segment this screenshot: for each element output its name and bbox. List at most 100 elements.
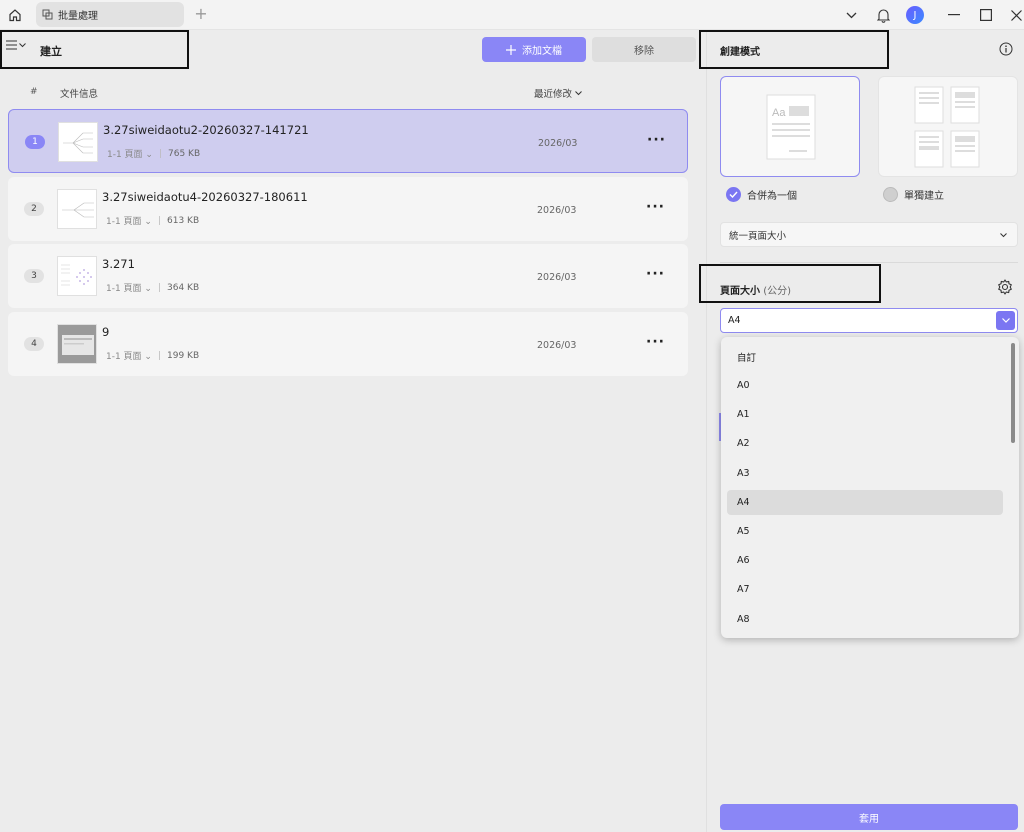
mode-title: 創建模式 — [720, 47, 760, 58]
table-row[interactable]: 4 9 1-1 頁面 ⌄ | 199 KB 2026/03 ··· — [8, 312, 688, 376]
table-row[interactable]: 2 3.27siweidaotu4-20260327-180611 1-1 頁面… — [8, 177, 688, 241]
dropdown-option-highlighted[interactable]: A4 — [727, 490, 1003, 515]
home-button[interactable] — [4, 4, 26, 26]
new-tab-button[interactable]: + — [193, 4, 209, 24]
page-size-title: 頁面大小 (公分) — [720, 282, 791, 297]
chevron-down-icon — [1001, 318, 1010, 323]
more-options-icon[interactable]: ··· — [647, 132, 666, 148]
page-range[interactable]: 1-1 頁面 ⌄ — [107, 147, 153, 160]
radio-unchecked-icon[interactable] — [883, 187, 898, 202]
page-size-select[interactable]: A4 — [720, 308, 1018, 333]
separate-mode-card[interactable] — [878, 76, 1018, 177]
column-modified[interactable]: 最近修改 — [534, 86, 582, 100]
avatar: J — [906, 6, 924, 24]
menu-button[interactable] — [6, 40, 26, 50]
dropdown-option[interactable]: A8 — [727, 607, 1003, 632]
file-date: 2026/03 — [537, 272, 577, 283]
page-range[interactable]: 1-1 頁面 ⌄ — [106, 214, 152, 227]
page-size-label: 頁面大小 — [720, 286, 760, 297]
dropdown-option[interactable]: A7 — [727, 577, 1003, 602]
more-options-icon[interactable]: ··· — [646, 334, 665, 350]
chevron-down-icon — [1000, 233, 1007, 238]
multi-document-icon — [914, 86, 980, 168]
separator: | — [158, 148, 163, 159]
gear-icon — [998, 279, 1012, 295]
more-options-icon[interactable]: ··· — [646, 199, 665, 215]
file-thumbnail — [58, 122, 98, 162]
batch-icon — [42, 9, 53, 20]
dropdown-option[interactable]: 自訂 — [727, 344, 1003, 369]
radio-checked-icon[interactable] — [726, 187, 741, 202]
add-document-button[interactable]: 添加文檔 — [482, 37, 586, 62]
uniform-select-value: 統一頁面大小 — [729, 230, 787, 242]
chevron-down-button[interactable] — [842, 0, 860, 30]
file-name: 3.27siweidaotu2-20260327-141721 — [103, 123, 309, 137]
column-modified-label: 最近修改 — [534, 89, 573, 100]
dropdown-option[interactable]: A6 — [727, 548, 1003, 573]
settings-button[interactable] — [997, 279, 1013, 298]
info-icon — [999, 42, 1013, 56]
file-meta: 1-1 頁面 ⌄ | 613 KB — [106, 214, 200, 228]
page-size-unit: (公分) — [763, 286, 791, 297]
page-size-dropdown: 自訂 A0 A1 A2 A3 A4 A5 A6 A7 A8 — [721, 337, 1019, 638]
bell-icon — [876, 8, 890, 23]
hamburger-icon — [6, 40, 17, 50]
minimize-button[interactable] — [945, 0, 963, 30]
separator: | — [157, 350, 162, 361]
info-button[interactable] — [999, 42, 1013, 59]
page-range[interactable]: 1-1 頁面 ⌄ — [106, 281, 152, 294]
table-row[interactable]: 1 3.27siweidaotu2-20260327-141721 1-1 頁面… — [8, 109, 688, 173]
merge-option[interactable]: 合併為一個 — [726, 187, 797, 202]
dropdown-option[interactable]: A5 — [727, 519, 1003, 544]
close-icon — [1010, 9, 1022, 21]
maximize-button[interactable] — [977, 0, 995, 30]
tab-batch[interactable]: 批量處理 — [36, 2, 184, 27]
chevron-down-icon — [575, 90, 582, 95]
chevron-down-icon — [19, 42, 26, 47]
separator: | — [157, 215, 162, 226]
dropdown-option[interactable]: A3 — [727, 461, 1003, 486]
file-size: 613 KB — [167, 215, 200, 226]
tab-label: 批量處理 — [58, 11, 98, 22]
dropdown-option[interactable]: A0 — [727, 373, 1003, 398]
column-file-info: 文件信息 — [60, 89, 99, 100]
file-thumbnail — [57, 324, 97, 364]
row-number: 4 — [24, 337, 44, 351]
merge-option-label: 合併為一個 — [747, 191, 797, 202]
separate-option[interactable]: 單獨建立 — [883, 187, 944, 202]
maximize-icon — [980, 9, 992, 21]
table-row[interactable]: 3 3.271 1-1 頁面 ⌄ | 364 KB 2026/03 ··· — [8, 244, 688, 308]
chevron-down-icon: ⌄ — [141, 352, 152, 362]
user-avatar-button[interactable]: J — [905, 0, 925, 30]
settings-panel: 創建模式 Aa 合併為一個 單獨建立 統一頁面大小 頁面大小 (公分) A4 自… — [699, 30, 1024, 832]
dropdown-toggle[interactable] — [996, 311, 1015, 330]
row-number: 2 — [24, 202, 44, 216]
row-number: 3 — [24, 269, 44, 283]
apply-label: 套用 — [859, 813, 879, 825]
close-button[interactable] — [1008, 0, 1024, 30]
file-date: 2026/03 — [537, 205, 577, 216]
dropdown-scrollbar[interactable] — [1011, 343, 1015, 443]
chevron-down-icon: ⌄ — [141, 284, 152, 294]
remove-button[interactable]: 移除 — [592, 37, 696, 62]
notification-button[interactable] — [874, 0, 892, 30]
dropdown-option[interactable]: A1 — [727, 402, 1003, 427]
dropdown-option[interactable]: A2 — [727, 431, 1003, 456]
check-icon — [729, 191, 738, 198]
page-size-value: A4 — [728, 315, 741, 326]
file-date: 2026/03 — [538, 138, 578, 149]
file-name: 3.271 — [102, 257, 135, 271]
svg-text:Aa: Aa — [772, 107, 786, 119]
file-name: 3.27siweidaotu4-20260327-180611 — [102, 190, 308, 204]
page-range[interactable]: 1-1 頁面 ⌄ — [106, 349, 152, 362]
uniform-page-size-select[interactable]: 統一頁面大小 — [720, 222, 1018, 247]
minimize-icon — [948, 14, 960, 16]
more-options-icon[interactable]: ··· — [646, 266, 665, 282]
file-name: 9 — [102, 325, 110, 339]
chevron-down-icon — [846, 12, 856, 18]
chevron-down-icon: ⌄ — [142, 150, 153, 160]
apply-button[interactable]: 套用 — [720, 804, 1018, 830]
file-meta: 1-1 頁面 ⌄ | 364 KB — [106, 281, 199, 295]
merge-mode-card[interactable]: Aa — [720, 76, 860, 177]
file-thumbnail — [57, 256, 97, 296]
